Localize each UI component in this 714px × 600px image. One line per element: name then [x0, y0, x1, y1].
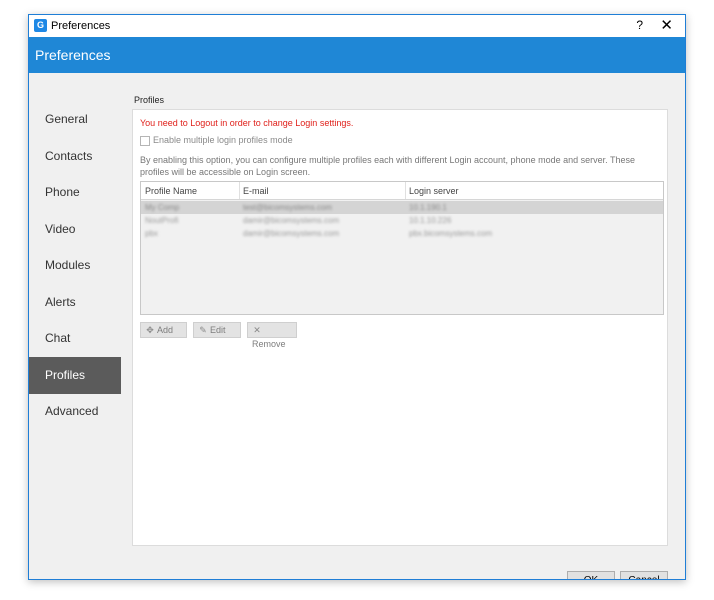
sidebar-item-general[interactable]: General — [29, 101, 121, 138]
column-header-profile-name[interactable]: Profile Name — [145, 186, 197, 196]
x-icon: ✕ — [253, 325, 261, 335]
cell-profile-name: pbx — [145, 229, 158, 238]
sidebar-item-chat[interactable]: Chat — [29, 320, 121, 357]
cell-login-server: 10.1.190.1 — [409, 203, 447, 212]
sidebar-item-video[interactable]: Video — [29, 211, 121, 248]
preferences-window: G Preferences ? ✕ Preferences General Co… — [28, 14, 686, 580]
add-label: Add — [157, 325, 174, 335]
sidebar-item-advanced[interactable]: Advanced — [29, 393, 121, 430]
profiles-table[interactable]: Profile Name E-mail Login server My Comp… — [140, 181, 664, 315]
multiple-profiles-checkbox[interactable] — [140, 136, 150, 146]
table-row[interactable]: My Comp test@bicomsystems.com 10.1.190.1 — [141, 201, 663, 214]
sidebar: General Contacts Phone Video Modules Ale… — [29, 73, 121, 579]
ok-button[interactable]: OK — [567, 571, 615, 579]
content-area: Profiles You need to Logout in order to … — [121, 73, 685, 579]
app-logo-icon: G — [34, 19, 47, 32]
cell-profile-name: My Comp — [145, 203, 180, 212]
page-title: Preferences — [35, 47, 111, 63]
cell-email: test@bicomsystems.com — [243, 203, 333, 212]
multiple-profiles-label: Enable multiple login profiles mode — [153, 135, 293, 145]
pencil-icon: ✎ — [199, 325, 207, 335]
header-bar: Preferences — [29, 37, 685, 73]
help-button[interactable]: ? — [636, 18, 643, 32]
logout-warning: You need to Logout in order to change Lo… — [140, 118, 354, 128]
cell-login-server: 10.1.10.226 — [409, 216, 452, 225]
add-profile-button[interactable]: ✥ Add — [140, 322, 187, 338]
profiles-panel: You need to Logout in order to change Lo… — [132, 109, 668, 546]
sidebar-item-alerts[interactable]: Alerts — [29, 284, 121, 321]
column-divider[interactable] — [239, 182, 240, 199]
profiles-description: By enabling this option, you can configu… — [140, 155, 635, 177]
column-divider[interactable] — [405, 182, 406, 199]
column-header-email[interactable]: E-mail — [243, 186, 269, 196]
remove-label: Remove — [252, 339, 286, 349]
title-bar: G Preferences ? ✕ — [29, 15, 685, 37]
sidebar-item-phone[interactable]: Phone — [29, 174, 121, 211]
table-header: Profile Name E-mail Login server — [141, 182, 663, 200]
remove-profile-button[interactable]: ✕ Remove — [247, 322, 297, 349]
table-row[interactable]: NoutProfi damir@bicomsystems.com 10.1.10… — [141, 214, 663, 227]
section-title: Profiles — [134, 95, 165, 105]
sidebar-item-contacts[interactable]: Contacts — [29, 138, 121, 175]
sidebar-item-profiles[interactable]: Profiles — [29, 357, 121, 394]
column-header-login-server[interactable]: Login server — [409, 186, 459, 196]
cell-email: damir@bicomsystems.com — [243, 229, 340, 238]
window-title: Preferences — [51, 20, 111, 32]
cell-profile-name: NoutProfi — [145, 216, 179, 225]
cancel-button[interactable]: Cancel — [620, 571, 668, 579]
cell-login-server: pbx.bicomsystems.com — [409, 229, 493, 238]
close-button[interactable]: ✕ — [660, 16, 673, 34]
sidebar-item-modules[interactable]: Modules — [29, 247, 121, 284]
edit-label: Edit — [210, 325, 226, 335]
cell-email: damir@bicomsystems.com — [243, 216, 340, 225]
plus-icon: ✥ — [146, 325, 154, 335]
table-row[interactable]: pbx damir@bicomsystems.com pbx.bicomsyst… — [141, 227, 663, 240]
edit-profile-button[interactable]: ✎ Edit — [193, 322, 241, 338]
